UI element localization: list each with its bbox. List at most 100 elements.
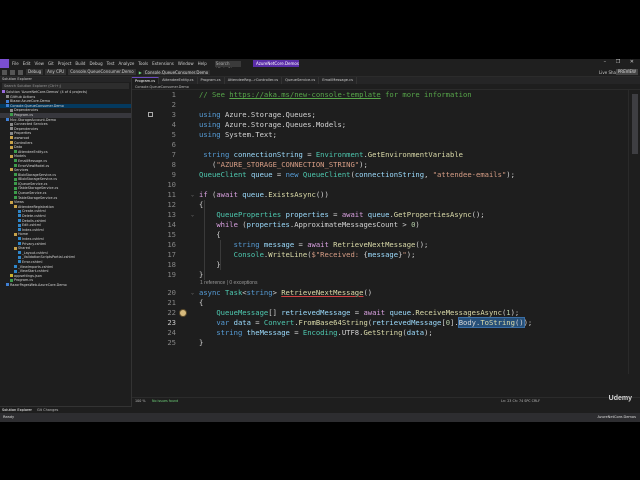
code-line[interactable]: 5 using System.Text; — [132, 130, 628, 140]
code-line[interactable]: 15 { — [132, 230, 628, 240]
code-line[interactable]: 14 while (properties.ApproximateMessages… — [132, 220, 628, 230]
configuration-select[interactable]: Debug — [26, 69, 44, 75]
code-text[interactable]: QueueMessage[] retrievedMessage = await … — [199, 308, 519, 318]
code-line[interactable]: 4 using Azure.Storage.Queues.Models; — [132, 120, 628, 130]
menu-item-window[interactable]: Window — [178, 61, 194, 66]
code-text[interactable]: } — [199, 338, 203, 348]
tree-item-label: Details.cshtml — [22, 218, 47, 223]
code-line[interactable]: 17 Console.WriteLine($"Received: {messag… — [132, 250, 628, 260]
code-line[interactable]: 23 var data = Convert.FromBase64String(r… — [132, 317, 628, 328]
code-line[interactable]: 6 — [132, 140, 628, 150]
code-line[interactable]: 24 string theMessage = Encoding.UTF8.Get… — [132, 328, 628, 338]
code-line[interactable]: 1 // See https://aka.ms/new-console-templ… — [132, 90, 628, 100]
menu-item-analyze[interactable]: Analyze — [119, 61, 135, 66]
code-text[interactable]: // See https://aka.ms/new-console-templa… — [199, 90, 472, 100]
lightbulb-icon[interactable] — [180, 310, 186, 316]
code-text[interactable]: Console.WriteLine($"Received: {message}"… — [199, 250, 416, 260]
forward-icon[interactable] — [10, 69, 15, 75]
code-text[interactable]: while (properties.ApproximateMessagesCou… — [199, 220, 419, 230]
branch-name[interactable]: AzureNetCore.Demos — [597, 413, 636, 422]
folder-icon — [10, 145, 13, 149]
code-text[interactable]: { — [199, 230, 220, 240]
run-button[interactable]: Console.QueueConsumer.Demo — [142, 69, 211, 75]
line-number: 1 — [171, 90, 176, 99]
code-line[interactable]: 25} — [132, 338, 628, 348]
line-number: 21 — [167, 298, 176, 307]
fold-toggle-icon[interactable]: ⌄ — [191, 210, 194, 220]
editor-tab[interactable]: QueueService.cs — [282, 77, 320, 84]
tree-item-label: QueueService.cs — [18, 191, 47, 196]
fold-toggle-icon[interactable]: ⌄ — [191, 190, 194, 200]
codelens-references[interactable]: 1 reference | 0 exceptions — [200, 279, 257, 287]
solution-search-input[interactable]: Search Solution Explorer (Ctrl+;) — [2, 83, 129, 89]
code-line[interactable]: 13 QueueProperties properties = await qu… — [132, 210, 628, 220]
scrollbar-thumb[interactable] — [632, 94, 638, 154]
code-line[interactable]: 21 { — [132, 298, 628, 308]
code-text[interactable]: using System.Text; — [199, 130, 277, 140]
solution-explorer: Solution Explorer Search Solution Explor… — [0, 77, 132, 406]
code-line[interactable]: 2 — [132, 100, 628, 110]
code-line[interactable]: 22 QueueMessage[] retrievedMessage = awa… — [132, 308, 628, 318]
code-text[interactable]: QueueProperties properties = await queue… — [199, 210, 484, 220]
back-icon[interactable] — [2, 69, 7, 75]
menu-item-file[interactable]: File — [12, 61, 19, 66]
editor-tab[interactable]: AttendeeReg...rController.cs — [225, 77, 283, 84]
issues-indicator[interactable]: No issues found — [152, 398, 178, 404]
code-text[interactable]: string connectionString = Environment.Ge… — [199, 150, 463, 160]
platform-select[interactable]: Any CPU — [45, 69, 67, 75]
vertical-scrollbar[interactable] — [628, 90, 640, 374]
code-text[interactable]: ("AZURE_STORAGE_CONNECTION_STRING"); — [199, 160, 368, 170]
code-text[interactable]: string message = await RetrieveNextMessa… — [199, 240, 429, 250]
code-line[interactable]: 10 — [132, 180, 628, 190]
code-text[interactable]: QueueClient queue = new QueueClient(conn… — [199, 170, 515, 180]
preview-badge: PREVIEW — [615, 69, 638, 75]
fold-toggle-icon[interactable]: ⌄ — [191, 288, 194, 298]
code-line[interactable]: 12 { — [132, 200, 628, 210]
menu-item-git[interactable]: Git — [48, 61, 54, 66]
editor-tab[interactable]: AttendeeEntity.cs — [159, 77, 198, 84]
menu-item-extensions[interactable]: Extensions — [152, 61, 174, 66]
code-text[interactable]: using Azure.Storage.Queues; — [199, 110, 316, 120]
menu-item-edit[interactable]: Edit — [23, 61, 31, 66]
code-line[interactable]: 18 } — [132, 260, 628, 270]
code-text[interactable]: var data = Convert.FromBase64String(retr… — [199, 317, 532, 328]
search-box[interactable]: Search (Ctrl+Q) — [214, 60, 241, 72]
code-line[interactable]: 11 if (await queue.ExistsAsync()) ⌄ — [132, 190, 628, 200]
code-line[interactable]: 8 ("AZURE_STORAGE_CONNECTION_STRING"); — [132, 160, 628, 170]
menu-item-help[interactable]: Help — [198, 61, 207, 66]
code-text[interactable]: string theMessage = Encoding.UTF8.GetStr… — [199, 328, 432, 338]
line-number: 9 — [171, 170, 176, 179]
code-line[interactable]: 16 string message = await RetrieveNextMe… — [132, 240, 628, 250]
zoom-level[interactable]: 100 % — [135, 398, 145, 404]
udemy-watermark: Udemy — [608, 395, 632, 402]
code-line[interactable]: 9 QueueClient queue = new QueueClient(con… — [132, 170, 628, 180]
save-icon[interactable] — [18, 69, 23, 75]
code-line[interactable]: 7 string connectionString = Environment.… — [132, 150, 628, 160]
editor-tab[interactable]: Program.cs — [132, 77, 160, 84]
code-line[interactable]: 20 async Task<string> RetrieveNextMessage… — [132, 288, 628, 298]
menu-item-project[interactable]: Project — [58, 61, 72, 66]
code-text[interactable]: async Task<string> RetrieveNextMessage() — [199, 288, 372, 298]
menu-item-debug[interactable]: Debug — [89, 61, 102, 66]
explorer-tab[interactable]: Solution Explorer — [2, 408, 32, 412]
tree-item[interactable]: RazorPagesWeb.AzureCore.Demo — [0, 283, 131, 288]
menu-item-tools[interactable]: Tools — [138, 61, 148, 66]
code-editor[interactable]: 1 // See https://aka.ms/new-console-templ… — [132, 90, 628, 374]
editor-tab[interactable]: Program.cs — [198, 77, 225, 84]
code-text[interactable]: { — [199, 200, 203, 210]
window-controls[interactable]: – ❐ ✕ — [604, 59, 638, 65]
menu-item-build[interactable]: Build — [75, 61, 85, 66]
menu-item-test[interactable]: Test — [107, 61, 115, 66]
code-text[interactable]: using Azure.Storage.Queues.Models; — [199, 120, 346, 130]
editor-tab[interactable]: EmailMessage.cs — [319, 77, 357, 84]
code-text[interactable]: { — [199, 298, 203, 308]
code-text[interactable]: if (await queue.ExistsAsync()) — [199, 190, 329, 200]
code-line[interactable]: 3 using Azure.Storage.Queues; — [132, 110, 628, 120]
run-icon[interactable]: ▶ — [139, 70, 142, 75]
explorer-tab[interactable]: Git Changes — [37, 408, 58, 412]
cs-file-icon — [14, 159, 17, 163]
line-number: 13 — [167, 210, 176, 219]
startup-project-select[interactable]: Console.QueueConsumer.Demo — [68, 69, 136, 75]
code-text[interactable]: } — [199, 260, 220, 270]
menu-item-view[interactable]: View — [34, 61, 44, 66]
